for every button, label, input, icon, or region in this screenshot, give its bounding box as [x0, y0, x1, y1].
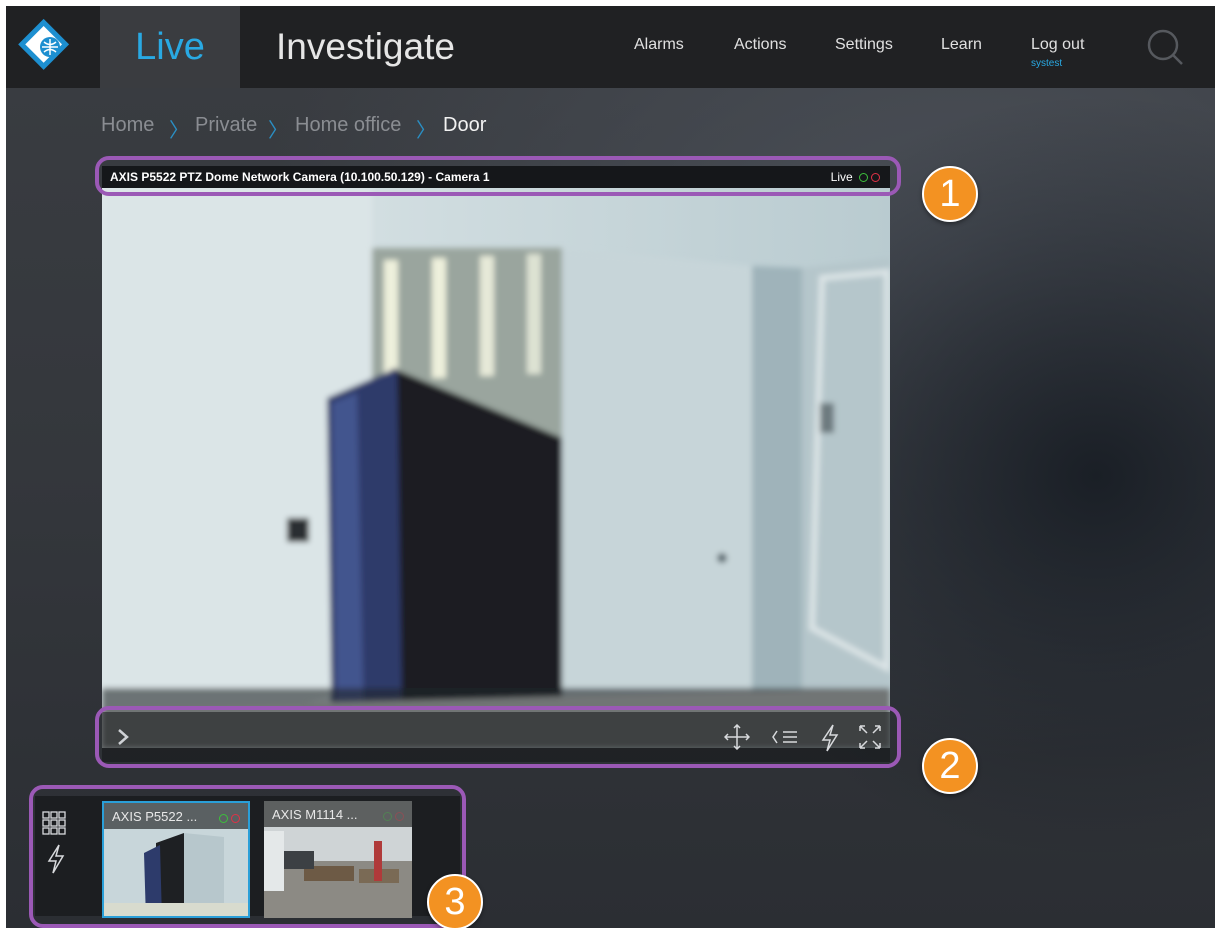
breadcrumb-door: Door	[443, 114, 487, 136]
breadcrumb-separator-icon: 〉	[416, 120, 436, 142]
tab-live[interactable]: Live	[100, 6, 240, 88]
app: Live Investigate Alarms Actions Settings…	[6, 6, 1215, 928]
breadcrumb-separator-icon: 〉	[169, 120, 189, 142]
breadcrumb-home-office[interactable]: Home office	[295, 114, 401, 137]
callout-badge-1: 1	[922, 166, 978, 222]
breadcrumb-separator-icon: 〉	[268, 120, 288, 142]
nav-settings[interactable]: Settings	[835, 36, 893, 54]
nav-learn[interactable]: Learn	[941, 36, 982, 54]
breadcrumb-home[interactable]: Home	[101, 114, 154, 137]
camera-video[interactable]	[102, 188, 890, 748]
callout-frame-3	[29, 785, 466, 928]
nav-actions[interactable]: Actions	[734, 36, 786, 54]
top-bar: Live Investigate Alarms Actions Settings…	[6, 6, 1215, 88]
nav-alarms[interactable]: Alarms	[634, 36, 684, 54]
callout-badge-2: 2	[922, 738, 978, 794]
callout-badge-3: 3	[427, 874, 483, 928]
nav-logout[interactable]: Log out	[1031, 36, 1084, 54]
logo-icon[interactable]	[6, 6, 100, 88]
tab-investigate[interactable]: Investigate	[276, 6, 455, 88]
callout-frame-2	[95, 706, 901, 768]
breadcrumb-private[interactable]: Private	[195, 114, 257, 137]
search-icon[interactable]	[1146, 28, 1186, 73]
callout-frame-1	[95, 156, 901, 196]
username-label: systest	[1031, 58, 1063, 69]
